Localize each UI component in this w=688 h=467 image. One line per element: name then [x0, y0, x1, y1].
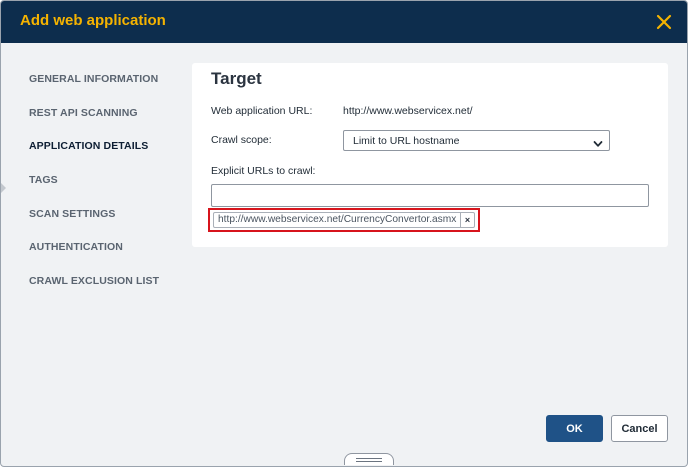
- sidebar-item-general-information[interactable]: GENERAL INFORMATION: [29, 73, 158, 85]
- sidebar-item-authentication[interactable]: AUTHENTICATION: [29, 241, 123, 253]
- sidebar-item-crawl-exclusion-list[interactable]: CRAWL EXCLUSION LIST: [29, 275, 159, 287]
- add-web-application-dialog: Add web application GENERAL INFORMATION …: [0, 0, 688, 467]
- remove-url-icon[interactable]: ×: [460, 213, 474, 227]
- active-item-marker: [1, 183, 6, 193]
- sidebar-item-application-details[interactable]: APPLICATION DETAILS: [29, 140, 148, 152]
- explicit-urls-input[interactable]: [211, 184, 649, 207]
- grip-line: [356, 461, 382, 462]
- dialog-title: Add web application: [20, 12, 166, 29]
- close-icon[interactable]: [651, 9, 677, 35]
- sidebar-item-rest-api-scanning[interactable]: REST API SCANNING: [29, 107, 138, 119]
- crawl-scope-select[interactable]: Limit to URL hostname: [343, 130, 610, 151]
- url-chip: http://www.webservicex.net/CurrencyConve…: [213, 212, 475, 228]
- crawl-scope-label: Crawl scope:: [211, 134, 272, 146]
- sidebar-nav: GENERAL INFORMATION REST API SCANNING AP…: [1, 43, 186, 463]
- web-app-url-label: Web application URL:: [211, 105, 313, 117]
- dialog-titlebar: Add web application: [1, 1, 687, 43]
- web-app-url-value: http://www.webservicex.net/: [343, 105, 473, 117]
- sidebar-item-tags[interactable]: TAGS: [29, 174, 58, 186]
- resize-handle[interactable]: [344, 453, 394, 465]
- grip-line: [356, 458, 382, 459]
- chevron-down-icon: [593, 136, 603, 147]
- cancel-button[interactable]: Cancel: [611, 415, 668, 442]
- ok-button[interactable]: OK: [546, 415, 603, 442]
- target-panel: Target Web application URL: http://www.w…: [192, 63, 668, 247]
- explicit-urls-label: Explicit URLs to crawl:: [211, 165, 316, 177]
- crawl-scope-selected-value: Limit to URL hostname: [353, 135, 460, 147]
- highlighted-url-chip: http://www.webservicex.net/CurrencyConve…: [208, 208, 480, 232]
- url-chip-text: http://www.webservicex.net/CurrencyConve…: [218, 214, 457, 225]
- section-title: Target: [211, 69, 262, 88]
- sidebar-item-scan-settings[interactable]: SCAN SETTINGS: [29, 208, 115, 220]
